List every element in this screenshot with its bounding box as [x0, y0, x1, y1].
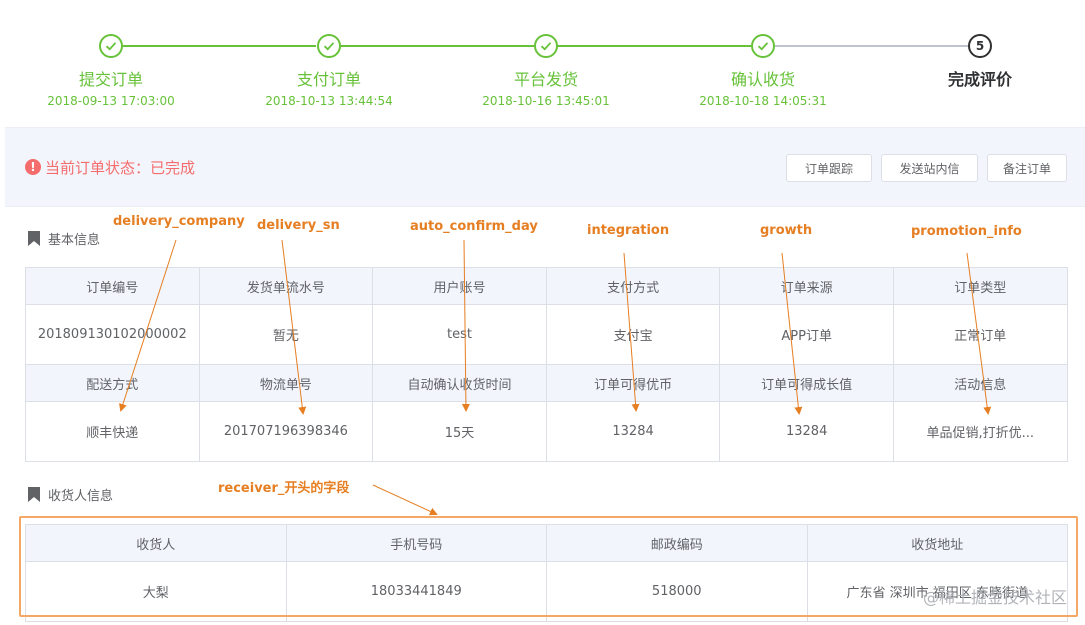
step-title: 完成评价: [947, 70, 1012, 89]
check-icon: [751, 34, 775, 58]
annotation-promotion-info: promotion_info: [911, 224, 1022, 239]
step-title: 提交订单: [78, 70, 143, 89]
table-header-cell: 用户账号: [372, 267, 547, 305]
order-status-text: 当前订单状态：已完成: [45, 159, 196, 177]
step-connector: [122, 45, 316, 47]
annotation-delivery-sn: delivery_sn: [257, 218, 340, 233]
table-cell: test: [372, 304, 547, 365]
watermark: @稀土掘金技术社区: [922, 588, 1067, 607]
table-header-cell: 订单可得成长值: [719, 364, 894, 402]
receiver-info-title: 收货人信息: [28, 485, 113, 504]
table-cell: 正常订单: [892, 304, 1068, 365]
table-cell: 13284: [719, 401, 894, 462]
table-header-cell: 订单类型: [892, 267, 1068, 305]
table-cell: 暂无: [198, 304, 374, 365]
step-time: 2018-10-16 13:45:01: [482, 94, 610, 108]
order-status-bar: ! 当前订单状态：已完成 订单跟踪 发送站内信 备注订单: [5, 127, 1085, 207]
table-cell: 13284: [545, 401, 721, 462]
send-message-button[interactable]: 发送站内信: [881, 154, 978, 182]
table-cell: 201809130102000002: [25, 304, 200, 365]
table-cell: 15天: [372, 401, 547, 462]
table-header-row: 配送方式 物流单号 自动确认收货时间 订单可得优币 订单可得成长值 活动信息: [25, 364, 1068, 402]
receiver-highlight-box: [19, 516, 1078, 617]
order-note-button[interactable]: 备注订单: [987, 154, 1067, 182]
table-header-cell: 配送方式: [25, 364, 200, 402]
basic-info-title: 基本信息: [28, 229, 100, 248]
annotation-arrow: [372, 484, 438, 516]
order-track-button[interactable]: 订单跟踪: [786, 154, 872, 182]
check-icon: [317, 34, 341, 58]
warning-icon: !: [25, 159, 41, 175]
annotation-integration: integration: [587, 223, 670, 238]
table-cell: 单品促销,打折优...: [892, 401, 1068, 462]
table-header-cell: 支付方式: [545, 267, 721, 305]
table-header-cell: 订单来源: [719, 267, 894, 305]
annotation-growth: growth: [760, 223, 813, 238]
table-header-cell: 订单可得优币: [545, 364, 721, 402]
step-title: 支付订单: [296, 70, 361, 89]
check-icon: [534, 34, 558, 58]
table-row: 顺丰快递 201707196398346 15天 13284 13284 单品促…: [25, 401, 1068, 462]
table-cell: 顺丰快递: [25, 401, 200, 462]
step-connector: [557, 45, 751, 47]
step-connector: [775, 45, 969, 47]
check-icon: [99, 34, 123, 58]
table-cell: APP订单: [719, 304, 894, 365]
step-title: 平台发货: [513, 70, 578, 89]
annotation-auto-confirm-day: auto_confirm_day: [410, 219, 538, 234]
step-time: 2018-09-13 17:03:00: [47, 94, 175, 108]
table-header-cell: 物流单号: [198, 364, 374, 402]
basic-info-table: 订单编号 发货单流水号 用户账号 支付方式 订单来源 订单类型 20180913…: [25, 267, 1068, 462]
annotation-delivery-company: delivery_company: [113, 214, 245, 229]
annotation-receiver-fields: receiver_开头的字段: [218, 481, 350, 496]
table-row: 201809130102000002 暂无 test 支付宝 APP订单 正常订…: [25, 304, 1068, 365]
table-header-cell: 活动信息: [892, 364, 1068, 402]
table-header-cell: 发货单流水号: [198, 267, 374, 305]
bookmark-icon: [28, 231, 40, 246]
section-title-text: 收货人信息: [48, 489, 114, 504]
table-header-cell: 自动确认收货时间: [372, 364, 547, 402]
table-cell: 201707196398346: [198, 401, 374, 462]
table-header-row: 订单编号 发货单流水号 用户账号 支付方式 订单来源 订单类型: [25, 267, 1068, 305]
order-progress-steps: 提交订单 2018-09-13 17:03:00 支付订单 2018-10-13…: [0, 0, 1085, 126]
step-title: 确认收货: [730, 70, 795, 89]
step-connector: [340, 45, 534, 47]
step-time: 2018-10-18 14:05:31: [699, 94, 827, 108]
bookmark-icon: [28, 487, 40, 502]
step-time: 2018-10-13 13:44:54: [265, 94, 393, 108]
step-number-badge: 5: [968, 34, 992, 58]
section-title-text: 基本信息: [48, 233, 101, 248]
table-header-cell: 订单编号: [25, 267, 200, 305]
table-cell: 支付宝: [545, 304, 721, 365]
